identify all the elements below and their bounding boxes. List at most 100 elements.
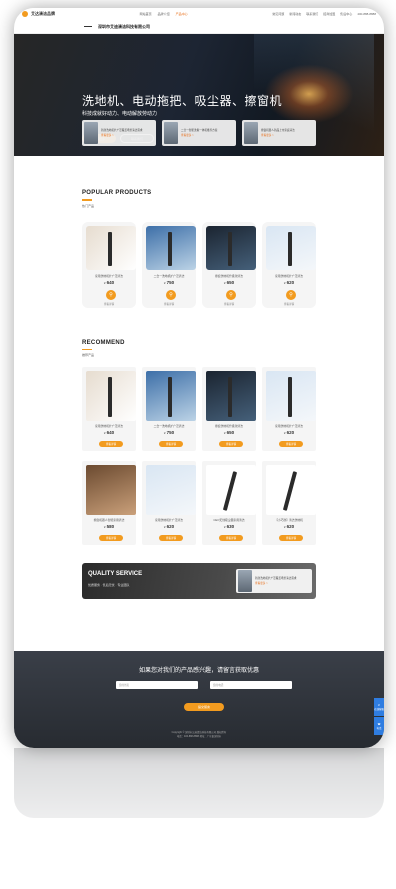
product-more-link[interactable]: 查看详情 [262, 302, 316, 306]
product-card[interactable]: 家用洗地机扩广泛清洁 ¥620 ⚲ 查看详情 [262, 221, 316, 308]
card-link[interactable]: 查看更多 > [101, 134, 143, 137]
product-name: 家用洗地机扩广泛清洁 [155, 518, 183, 522]
product-price: ¥620 [142, 524, 196, 529]
product-shape [288, 377, 292, 417]
nav-item-about[interactable]: 品牌介绍 [158, 12, 170, 16]
phone-input[interactable]: 您的电话 [210, 681, 292, 689]
submit-button[interactable]: 提交留言 [184, 703, 224, 711]
product-price: ¥750 [142, 280, 196, 285]
product-more-link[interactable]: 查看详情 [202, 302, 256, 306]
contact-form-section: 如果您对我们的产品感兴趣，请留言获取优惠 您的姓名 您的电话 提交留言 Copy… [14, 651, 384, 748]
currency-symbol: ¥ [223, 280, 226, 285]
divider [84, 26, 92, 27]
online-service-button[interactable]: ✆ 在线客服 [374, 698, 384, 716]
product-card[interactable]: 家用洗地机扩广泛清洁 ¥620 查看详情 [262, 367, 316, 451]
product-name: 擦窗洗地机升级款清洁 [215, 424, 243, 428]
logo[interactable]: 艾达清洁品牌 [22, 11, 55, 17]
product-card[interactable]: 家用洗地机扩广泛清洁 ¥640 ⚲ 查看详情 [82, 221, 136, 308]
price-value: 620 [286, 430, 295, 435]
price-value: 640 [106, 279, 115, 285]
hero-card[interactable]: 二合一智能洗拖一体机推荐方案 查看更多 > [162, 120, 236, 146]
address-line: 电话：400-888-8888 地址：广东省深圳市 [176, 735, 222, 738]
recommend-row-1: 家用洗地机扩广泛清洁 ¥640 查看详情 二合一洗地机扩广泛清洁 ¥750 查看… [14, 367, 384, 451]
product-image [206, 371, 256, 421]
product-card[interactable]: 擦窗洗地机升级款清洁 ¥650 查看详情 [202, 367, 256, 451]
nav-item-join[interactable]: 招商加盟 [323, 12, 335, 16]
card-thumbnail [244, 122, 258, 144]
card-link[interactable]: 查看更多 > [181, 134, 217, 137]
quality-title: QUALITY SERVICE [88, 571, 143, 577]
product-card[interactable]: 【小巧款】清洁洗地机 ¥620 查看详情 [262, 461, 316, 545]
popular-subtitle: 热门产品 [82, 203, 95, 208]
hero-card[interactable]: 新款洗地机扩广泛覆盖场景清洁需求 查看更多 > [82, 120, 156, 146]
product-price: ¥620 [262, 430, 316, 435]
quality-service-banner: QUALITY SERVICE 优质服务 · 售后无忧 · 专业团队 新款洗地机… [82, 563, 316, 599]
nav-item-service[interactable]: 售后中心 [340, 12, 352, 16]
nav-item-products[interactable]: 产品中心 [176, 12, 188, 16]
product-card[interactable]: 擦窗机器人智能家用清洁 ¥580 查看详情 [82, 461, 136, 545]
product-name: 擦窗机器人智能家用清洁 [93, 518, 125, 522]
view-details-button[interactable]: 查看详情 [279, 535, 303, 541]
product-name: CEO无线吸尘器家用清洁 [213, 518, 245, 522]
product-name: 家用洗地机扩广泛清洁 [275, 424, 303, 428]
phone-button[interactable]: ☎ 电话 [374, 717, 384, 735]
nav-item-home[interactable]: 网站首页 [140, 12, 152, 16]
view-details-button[interactable]: 查看详情 [99, 441, 123, 447]
price-value: 620 [286, 279, 295, 285]
view-details-button[interactable]: 查看详情 [159, 535, 183, 541]
top-nav: 艾达清洁品牌 网站首页 品牌介绍 产品中心 常见问题 新闻动态 联系我们 招商加… [14, 8, 384, 20]
product-image [86, 371, 136, 421]
product-shape [168, 377, 172, 417]
card-link[interactable]: 查看更多 > [255, 582, 297, 585]
recommend-row-2: 擦窗机器人智能家用清洁 ¥580 查看详情 家用洗地机扩广泛清洁 ¥620 查看… [14, 461, 384, 545]
search-icon[interactable]: ⚲ [226, 289, 236, 300]
nav-item-contact[interactable]: 联系我们 [306, 12, 318, 16]
product-shape [228, 377, 232, 417]
view-details-button[interactable]: 查看详情 [99, 535, 123, 541]
contact-title: 如果您对我们的产品感兴趣，请留言获取优惠 [138, 668, 259, 674]
product-more-link[interactable]: 查看详情 [142, 302, 196, 306]
product-card[interactable]: 家用洗地机扩广泛清洁 ¥620 查看详情 [142, 461, 196, 545]
product-price: ¥640 [82, 430, 136, 435]
product-image [86, 465, 136, 515]
page-reflection [14, 748, 384, 889]
product-card[interactable]: 二合一洗地机扩广泛清洁 ¥750 查看详情 [142, 367, 196, 451]
product-more-link[interactable]: 查看详情 [82, 302, 136, 306]
view-details-button[interactable]: 查看详情 [219, 535, 243, 541]
search-icon[interactable]: ⚲ [106, 289, 116, 300]
view-details-button[interactable]: 查看详情 [279, 441, 303, 447]
view-details-button[interactable]: 查看详情 [219, 441, 243, 447]
product-image [146, 371, 196, 421]
search-icon[interactable]: ⚲ [166, 289, 176, 300]
quality-card[interactable]: 新款洗地机扩广泛覆盖场景清洁需求 查看更多 > [236, 569, 312, 593]
currency-symbol: ¥ [163, 431, 166, 435]
product-card[interactable]: CEO无线吸尘器家用清洁 ¥630 查看详情 [202, 461, 256, 545]
product-card[interactable]: 二合一洗地机扩广泛清洁 ¥750 ⚲ 查看详情 [142, 221, 196, 308]
nav-item-news[interactable]: 新闻动态 [289, 12, 301, 16]
product-price: ¥650 [202, 280, 256, 285]
hero-title: 洗地机、电动拖把、吸尘器、擦窗机 [82, 94, 283, 108]
currency-symbol: ¥ [103, 431, 106, 435]
popular-title: POPULAR PRODUCTS [82, 190, 384, 201]
product-image [206, 465, 256, 515]
price-value: 650 [226, 430, 235, 435]
side-label: 电话 [376, 726, 382, 730]
name-input[interactable]: 您的姓名 [116, 681, 198, 689]
currency-symbol: ¥ [103, 525, 106, 529]
product-image [266, 225, 316, 270]
product-name: 二合一洗地机扩广泛清洁 [153, 424, 185, 428]
product-card[interactable]: 擦窗洗地机升级款清洁 ¥650 ⚲ 查看详情 [202, 221, 256, 308]
hero-card[interactable]: 擦窗机器人新品上市家庭清洁 查看更多 > [242, 120, 316, 146]
hero-subtitle: 科技成就好动力、电动解放劳动力 [82, 111, 158, 117]
product-card[interactable]: 家用洗地机扩广泛清洁 ¥640 查看详情 [82, 367, 136, 451]
card-link[interactable]: 查看更多 > [261, 134, 295, 137]
price-value: 640 [106, 430, 115, 435]
product-image [266, 465, 316, 515]
currency-symbol: ¥ [163, 525, 166, 529]
search-icon[interactable]: ⚲ [286, 289, 296, 300]
price-value: 750 [166, 430, 175, 435]
view-details-button[interactable]: 查看详情 [159, 441, 183, 447]
nav-item-faq[interactable]: 常见问题 [272, 12, 284, 16]
price-value: 630 [226, 524, 235, 529]
product-name: 二合一洗地机扩广泛清洁 [153, 273, 185, 278]
